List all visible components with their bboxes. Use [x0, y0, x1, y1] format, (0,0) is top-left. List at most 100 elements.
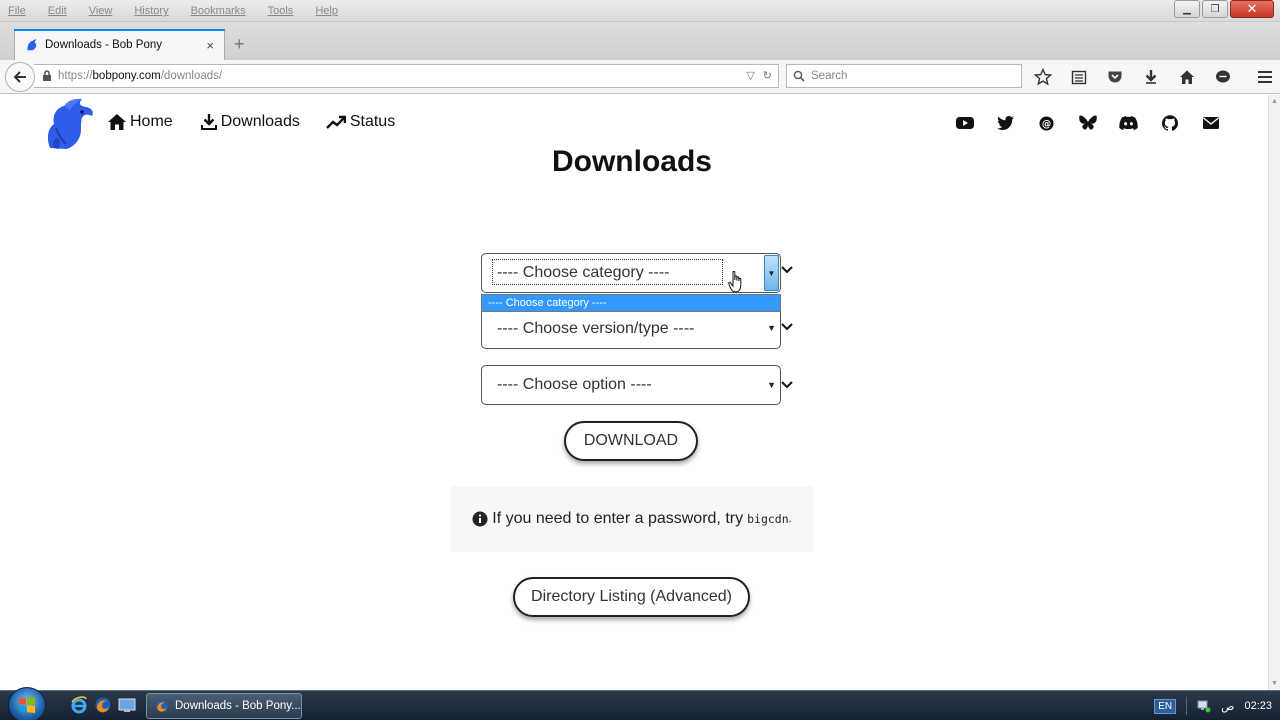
new-tab-button[interactable]: + [234, 34, 245, 55]
download-icon [200, 114, 217, 130]
option-select-value: ---- Choose option ---- [497, 376, 652, 393]
clock-ampm: ص [1221, 700, 1235, 713]
reload-icon[interactable]: ↻ [763, 69, 772, 82]
lock-icon [43, 70, 51, 81]
firefox-icon [156, 700, 168, 712]
focus-ring [492, 259, 723, 285]
download-button[interactable]: DOWNLOAD [564, 421, 698, 461]
tab-strip: Downloads - Bob Pony × + [0, 22, 1280, 60]
active-tab-indicator [14, 29, 225, 31]
window-titlebar: File Edit View History Bookmarks Tools H… [0, 0, 1280, 22]
select-arrow-icon: ▼ [767, 323, 776, 333]
youtube-icon[interactable] [944, 113, 985, 133]
minimize-button[interactable]: ▁ [1174, 0, 1200, 18]
search-input[interactable]: Search [786, 64, 1022, 88]
nav-status[interactable]: Status [325, 113, 396, 131]
directory-listing-button[interactable]: Directory Listing (Advanced) [513, 577, 750, 617]
show-desktop-icon[interactable] [118, 696, 136, 714]
menu-bookmarks[interactable]: Bookmarks [191, 5, 246, 17]
dropdown-open-button[interactable]: ▼ [764, 255, 779, 291]
taskbar-firefox-window[interactable]: Downloads - Bob Pony... [146, 693, 302, 719]
email-icon[interactable] [1190, 113, 1231, 133]
mastodon-icon[interactable]: @ [1026, 113, 1067, 133]
trending-up-icon [325, 115, 346, 129]
navigation-toolbar: https://bobpony.com/downloads/ ▽ ↻ Searc… [0, 60, 1280, 94]
site-favicon-icon [27, 38, 37, 51]
svg-text:@: @ [1042, 118, 1051, 129]
version-type-select[interactable]: ---- Choose version/type ---- ▼ [481, 309, 781, 349]
nav-home[interactable]: Home [108, 113, 173, 131]
clock-time[interactable]: 02:23 [1244, 700, 1272, 712]
restore-button[interactable]: ❐ [1202, 0, 1228, 18]
tab-close-icon[interactable]: × [206, 38, 214, 53]
menu-help[interactable]: Help [315, 5, 338, 17]
discord-icon[interactable] [1108, 113, 1149, 133]
page-scrollbar[interactable]: ▲ ▼ [1268, 95, 1280, 690]
tray-separator [1186, 697, 1188, 715]
nav-downloads[interactable]: Downloads [200, 113, 300, 131]
nav-downloads-label: Downloads [220, 113, 300, 130]
download-arrow-icon[interactable] [1140, 67, 1162, 87]
bluesky-icon[interactable] [1067, 113, 1108, 133]
scroll-up-icon[interactable]: ▲ [1271, 98, 1278, 105]
url-actions: ▽ ↻ [746, 69, 772, 82]
info-icon [472, 511, 488, 527]
github-icon[interactable] [1149, 113, 1190, 133]
menu-history[interactable]: History [134, 5, 168, 17]
menu-edit[interactable]: Edit [48, 5, 67, 17]
reading-list-icon[interactable] [1068, 67, 1090, 87]
internet-explorer-icon[interactable] [70, 696, 88, 714]
nav-status-label: Status [349, 113, 396, 130]
windows-taskbar: Downloads - Bob Pony... EN ص 02:23 [0, 687, 1280, 720]
menu-view[interactable]: View [89, 5, 113, 17]
url-path: /downloads/ [160, 70, 223, 82]
tab-title: Downloads - Bob Pony [45, 39, 162, 51]
page-title: Downloads [551, 145, 712, 178]
url-bar[interactable]: https://bobpony.com/downloads/ ▽ ↻ [34, 64, 779, 88]
site-navigation: Home Downloads Status [108, 113, 395, 131]
info-text: If you need to enter a password, try [492, 510, 744, 527]
tab-downloads[interactable]: Downloads - Bob Pony × [14, 29, 225, 60]
window-close-button[interactable]: ✕ [1230, 0, 1274, 18]
select-arrow-icon: ▼ [767, 380, 776, 390]
toolbar-icons [1032, 67, 1276, 87]
language-indicator[interactable]: EN [1154, 698, 1177, 714]
chevron-down-icon [781, 381, 793, 389]
category-dropdown-option[interactable]: ---- Choose category ---- [481, 294, 781, 312]
social-links: @ [944, 113, 1231, 133]
web-page: Home Downloads Status @ Downloads ---- C… [0, 95, 1268, 690]
option-select[interactable]: ---- Choose option ---- ▼ [481, 365, 781, 405]
pocket-icon[interactable] [1104, 67, 1126, 87]
firefox-icon[interactable] [94, 696, 112, 714]
network-icon[interactable] [1197, 699, 1211, 713]
window-controls: ▁ ❐ ✕ [1174, 0, 1274, 18]
search-icon [793, 70, 805, 82]
hand-cursor-icon [728, 271, 742, 293]
taskbar-window-title: Downloads - Bob Pony... [175, 700, 301, 712]
bookmark-star-icon[interactable] [1032, 67, 1054, 87]
twitter-icon[interactable] [985, 113, 1026, 133]
info-suffix: . [788, 513, 792, 525]
url-scheme: https:// [58, 70, 93, 82]
scroll-down-icon[interactable]: ▼ [1271, 680, 1278, 687]
menu-bar: File Edit View History Bookmarks Tools H… [0, 0, 338, 22]
bob-pony-logo[interactable] [42, 98, 96, 152]
back-button[interactable] [5, 62, 35, 92]
menu-tools[interactable]: Tools [268, 5, 294, 17]
password-code: bigcdn [747, 512, 789, 526]
url-host: bobpony.com [92, 70, 161, 82]
home-toolbar-icon[interactable] [1176, 67, 1198, 87]
hamburger-menu-icon[interactable] [1254, 67, 1276, 87]
search-placeholder: Search [811, 70, 848, 82]
back-arrow-icon [13, 71, 26, 83]
start-button[interactable] [8, 687, 46, 720]
nav-home-label: Home [130, 113, 173, 130]
url-dropdown-icon[interactable]: ▽ [746, 69, 754, 82]
chat-icon[interactable] [1212, 67, 1234, 87]
home-icon [108, 114, 126, 130]
version-select-value: ---- Choose version/type ---- [497, 319, 695, 337]
password-info-box: If you need to enter a password, try big… [450, 486, 814, 552]
chevron-down-icon [781, 266, 793, 274]
windows-logo-icon [19, 697, 35, 713]
menu-file[interactable]: File [8, 5, 26, 17]
